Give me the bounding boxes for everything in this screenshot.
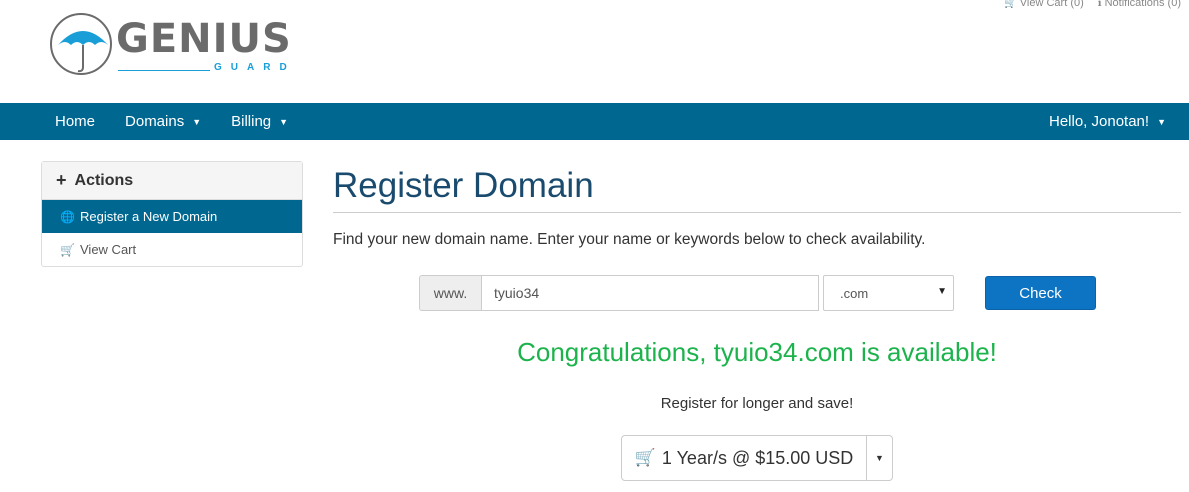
registration-period-group: 🛒 1 Year/s @ $15.00 USD ▼ xyxy=(621,435,893,481)
umbrella-icon xyxy=(50,13,112,75)
nav-home[interactable]: Home xyxy=(40,103,110,140)
user-menu[interactable]: Hello, Jonotan! ▼ xyxy=(1034,103,1181,140)
top-links: 🛒 View Cart (0) ℹ Notifications (0) xyxy=(1004,0,1181,9)
logo-underline xyxy=(118,70,210,71)
sidebar-item-register-domain[interactable]: 🌐 Register a New Domain xyxy=(42,200,302,233)
view-cart-label: View Cart (0) xyxy=(1019,0,1084,9)
domain-input[interactable]: tyuio34 xyxy=(481,275,819,311)
caret-down-icon: ▼ xyxy=(1157,116,1166,127)
main-content: Register Domain Find your new domain nam… xyxy=(333,160,1181,481)
title-divider xyxy=(333,212,1181,213)
dropdown-arrow-icon: ▼ xyxy=(937,286,947,297)
actions-panel: + Actions 🌐 Register a New Domain 🛒 View… xyxy=(41,161,303,267)
sidebar-item-view-cart[interactable]: 🛒 View Cart xyxy=(42,233,302,266)
cart-icon: 🛒 xyxy=(60,242,75,257)
notifications-label: Notifications (0) xyxy=(1104,0,1181,9)
view-cart-link[interactable]: 🛒 View Cart (0) xyxy=(1004,0,1083,9)
period-dropdown-toggle[interactable]: ▼ xyxy=(867,435,893,481)
actions-header: + Actions xyxy=(42,162,302,200)
logo-wordmark: GENIUS xyxy=(116,16,292,62)
tld-select[interactable]: .com ▼ xyxy=(823,275,954,311)
cart-icon: 🛒 xyxy=(1004,0,1017,9)
globe-icon: 🌐 xyxy=(60,209,75,224)
plus-icon: + xyxy=(56,170,67,190)
main-navbar: Home Domains ▼ Billing ▼ Hello, Jonotan! ▼ xyxy=(0,103,1189,140)
sidebar-item-label: View Cart xyxy=(80,242,137,257)
www-prefix: www. xyxy=(419,275,481,311)
add-to-cart-button[interactable]: 🛒 1 Year/s @ $15.00 USD xyxy=(621,435,867,481)
check-button[interactable]: Check xyxy=(985,276,1096,310)
nav-domains[interactable]: Domains ▼ xyxy=(110,103,216,140)
availability-message: Congratulations, tyuio34.com is availabl… xyxy=(517,337,997,367)
sidebar-item-label: Register a New Domain xyxy=(80,209,218,224)
nav-home-label: Home xyxy=(55,113,96,130)
notifications-link[interactable]: ℹ Notifications (0) xyxy=(1098,0,1181,9)
nav-billing-label: Billing xyxy=(231,113,272,130)
domain-search-row: www. tyuio34 .com ▼ Check xyxy=(419,275,1096,311)
logo-subtitle: GUARD xyxy=(214,62,296,73)
actions-title: Actions xyxy=(74,171,134,189)
user-menu-label: Hello, Jonotan! xyxy=(1049,113,1150,130)
nav-domains-label: Domains xyxy=(125,113,185,130)
caret-down-icon: ▼ xyxy=(192,116,202,127)
tld-value: .com xyxy=(840,285,869,301)
lead-text: Find your new domain name. Enter your na… xyxy=(333,231,926,248)
period-label: 1 Year/s @ $15.00 USD xyxy=(661,447,854,468)
info-icon: ℹ xyxy=(1097,0,1102,9)
nav-billing[interactable]: Billing ▼ xyxy=(216,103,303,140)
cart-icon: 🛒 xyxy=(634,448,656,467)
page-title: Register Domain xyxy=(333,166,594,205)
site-logo[interactable]: GENIUS GUARD xyxy=(50,11,310,77)
save-text: Register for longer and save! xyxy=(660,395,854,412)
caret-down-icon: ▼ xyxy=(279,116,289,127)
caret-down-icon: ▼ xyxy=(875,453,884,463)
